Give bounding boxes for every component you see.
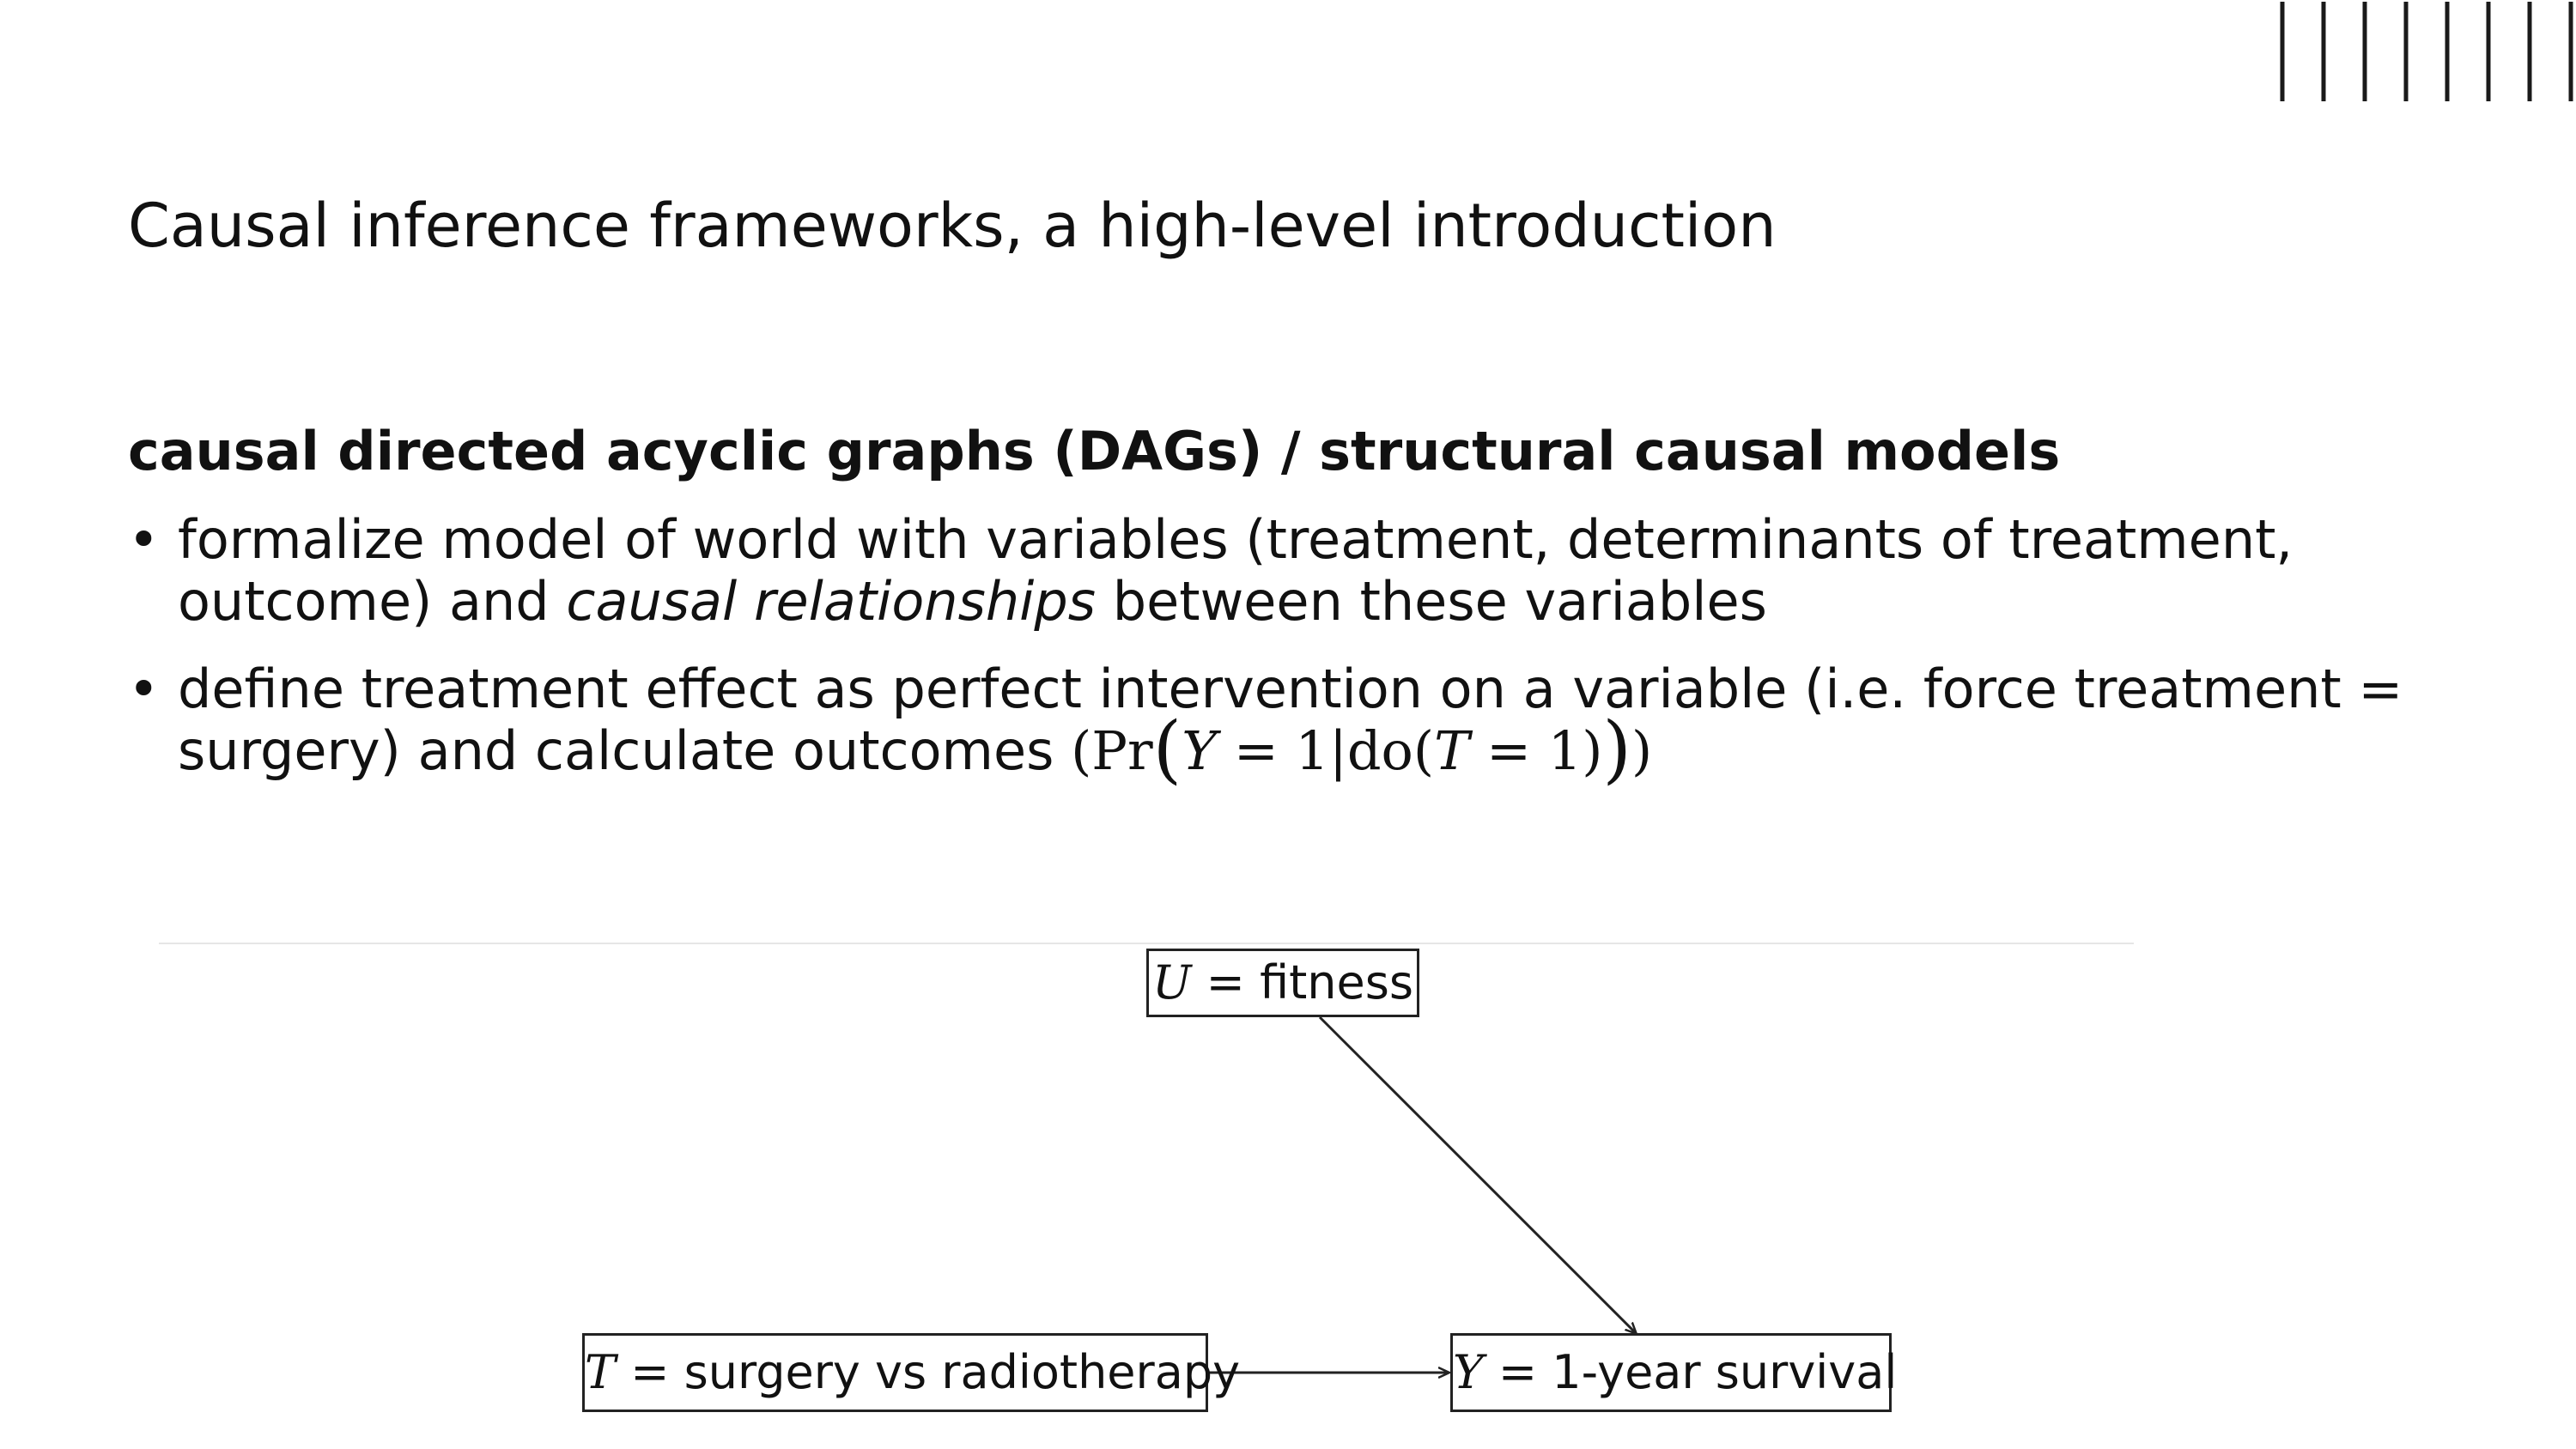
node-var: Y [1453,1345,1484,1399]
dag-node-t-treatment: T = surgery vs radiotherapy [582,1333,1240,1412]
edge-u-to-y [1318,1016,1636,1333]
node-var: U [1152,955,1192,1009]
dag-node-y-outcome: Y = 1-year survival [1450,1333,1897,1412]
node-label: = 1-year survival [1483,1345,1898,1399]
node-var: T [585,1345,617,1399]
node-label: = surgery vs radiotherapy [616,1345,1241,1399]
dag-node-u-fitness: U = fitness [1146,949,1419,1017]
node-label: = fitness [1191,955,1413,1009]
dag-edges [1208,1016,2576,1449]
